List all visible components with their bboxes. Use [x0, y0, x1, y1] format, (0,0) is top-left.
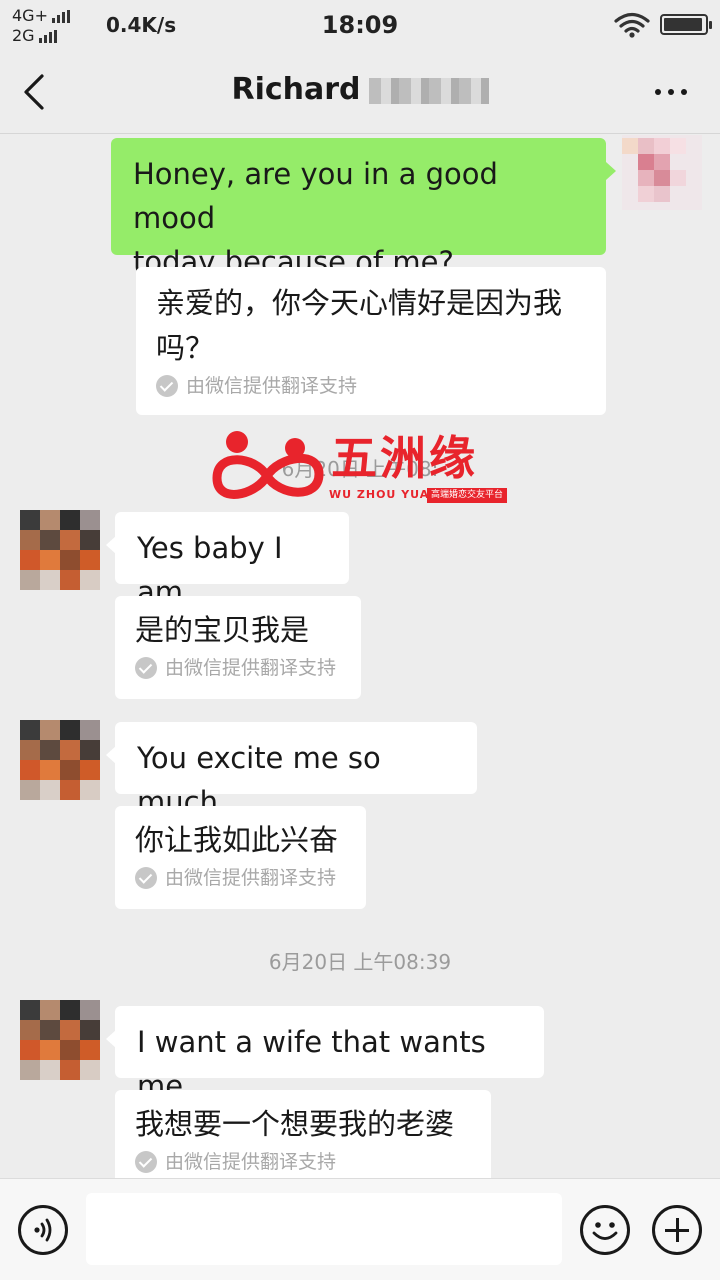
check-circle-icon — [135, 1151, 157, 1173]
chat-header: Richard — [0, 50, 720, 134]
message-input-bar — [0, 1178, 720, 1280]
translation-text-line: 亲爱的，你今天心情好是因为我 — [156, 286, 563, 320]
wifi-icon — [614, 12, 650, 38]
watermark-tag: 高端婚恋交友平台 — [427, 488, 508, 503]
wuzhouyuan-watermark-logo: 五洲缘 WU ZHOU YUAN 高端婚恋交友平台 — [205, 428, 515, 508]
my-avatar[interactable] — [622, 135, 702, 210]
message-text-line: Honey, are you in a good mood — [133, 157, 498, 235]
received-message-bubble[interactable]: Yes baby I am — [106, 512, 349, 609]
network-speed: 0.4K/s — [106, 13, 177, 37]
watermark-title: 五洲缘 — [331, 431, 478, 485]
more-dots-icon[interactable] — [646, 80, 696, 104]
battery-level — [664, 18, 702, 31]
contact-avatar[interactable] — [20, 510, 100, 590]
translation-card[interactable]: 我想要一个想要我的老婆 由微信提供翻译支持 — [115, 1090, 491, 1178]
translation-text: 是的宝贝我是 — [135, 613, 310, 647]
plus-icon[interactable] — [652, 1205, 702, 1255]
translation-credit: 由微信提供翻译支持 — [156, 373, 586, 399]
translation-credit: 由微信提供翻译支持 — [135, 1149, 471, 1175]
status-bar: 4G+ 2G 0.4K/s 18:09 — [0, 0, 720, 50]
message-timestamp: 6月20日 上午08:39 — [268, 950, 452, 974]
sent-message-bubble[interactable]: Honey, are you in a good mood today beca… — [111, 138, 616, 279]
message-list[interactable]: Honey, are you in a good mood today beca… — [0, 135, 720, 1178]
network-type-primary: 4G+ — [12, 6, 48, 25]
translation-text: 你让我如此兴奋 — [135, 823, 339, 857]
voice-icon[interactable] — [18, 1205, 68, 1255]
translation-credit: 由微信提供翻译支持 — [135, 865, 346, 891]
redacted-surname — [368, 77, 489, 104]
contact-name: Richard — [231, 72, 361, 107]
watermark-subtitle: WU ZHOU YUAN — [329, 488, 440, 501]
translation-credit: 由微信提供翻译支持 — [135, 655, 341, 681]
translation-text: 我想要一个想要我的老婆 — [135, 1107, 455, 1141]
battery-icon — [660, 14, 712, 35]
signal-bars-icon — [51, 9, 70, 23]
check-circle-icon — [135, 657, 157, 679]
check-circle-icon — [156, 375, 178, 397]
signal-bars-icon — [38, 29, 57, 43]
contact-avatar[interactable] — [20, 720, 100, 800]
message-input[interactable] — [86, 1193, 562, 1265]
check-circle-icon — [135, 867, 157, 889]
chat-title: Richard — [0, 72, 720, 107]
received-message-bubble[interactable]: You excite me so much — [106, 722, 477, 819]
translation-card[interactable]: 你让我如此兴奋 由微信提供翻译支持 — [115, 806, 366, 909]
translation-card[interactable]: 亲爱的，你今天心情好是因为我 吗？ 由微信提供翻译支持 — [136, 267, 606, 415]
signal-indicators: 4G+ 2G — [12, 6, 70, 46]
translation-text-line: 吗？ — [156, 331, 215, 365]
translation-card[interactable]: 是的宝贝我是 由微信提供翻译支持 — [115, 596, 361, 699]
infinity-logo-icon — [212, 431, 324, 499]
contact-avatar[interactable] — [20, 1000, 100, 1080]
received-message-bubble[interactable]: I want a wife that wants me — [106, 1006, 544, 1103]
network-type-secondary: 2G — [12, 26, 35, 45]
emoji-icon[interactable] — [580, 1205, 630, 1255]
